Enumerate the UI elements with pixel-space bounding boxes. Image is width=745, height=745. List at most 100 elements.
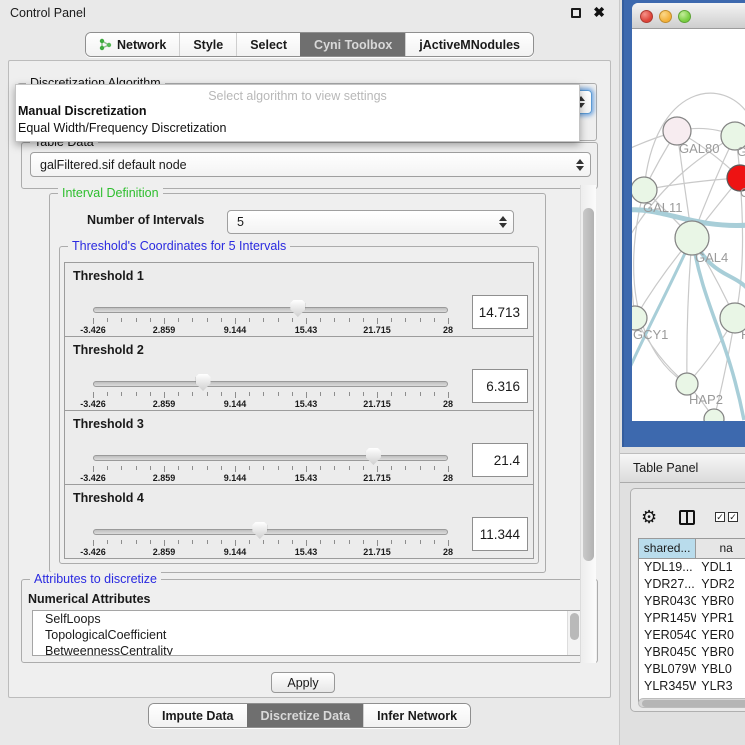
threshold-value[interactable]: 21.4 <box>472 443 528 477</box>
slider-track[interactable] <box>93 455 448 461</box>
tick-label: 9.144 <box>211 399 259 409</box>
table-row[interactable]: YBL079WYBL0 <box>639 661 745 678</box>
tab-select[interactable]: Select <box>236 33 300 56</box>
tick-mark <box>420 392 421 396</box>
tick-mark <box>363 540 364 544</box>
minimize-traffic-light-icon[interactable] <box>659 10 672 23</box>
slider-thumb[interactable] <box>196 374 211 391</box>
tick-mark <box>334 392 335 396</box>
tick-mark <box>207 392 208 396</box>
scrollbar-thumb[interactable] <box>583 208 594 561</box>
tick-mark <box>121 466 122 470</box>
tick-mark <box>377 392 378 398</box>
table-row[interactable]: YBR043CYBR0 <box>639 593 745 610</box>
slider-track[interactable] <box>93 381 448 387</box>
list-vertical-scrollbar[interactable] <box>567 611 581 655</box>
tick-mark <box>434 466 435 470</box>
gear-icon[interactable]: ⚙ <box>641 507 657 528</box>
tick-mark <box>349 392 350 396</box>
tab-cyni-toolbox[interactable]: Cyni Toolbox <box>300 33 405 56</box>
cyni-toolbox-pane: Discretization Algorithm Select algorith… <box>8 60 611 698</box>
close-traffic-light-icon[interactable] <box>640 10 653 23</box>
stepper-icon <box>576 159 584 171</box>
network-edge[interactable] <box>687 238 692 384</box>
threshold-value[interactable]: 14.713 <box>472 295 528 329</box>
checkbox-icon[interactable]: ✓ <box>728 512 738 522</box>
slider-track[interactable] <box>93 307 448 313</box>
threshold-slider[interactable]: -3.4262.8599.14415.4321.71528 <box>65 337 465 412</box>
tick-mark <box>448 318 449 324</box>
network-edge[interactable] <box>632 238 692 374</box>
tab-jactivemnodules[interactable]: jActiveMNodules <box>405 33 533 56</box>
table-row[interactable]: YDR27...YDR2 <box>639 576 745 593</box>
column-header[interactable]: na <box>696 539 745 559</box>
scrollbar-thumb[interactable] <box>570 613 579 640</box>
tab-infer-network[interactable]: Infer Network <box>363 704 470 727</box>
network-edge[interactable] <box>644 178 740 190</box>
tab-network[interactable]: Network <box>86 33 179 56</box>
tick-mark <box>164 392 165 398</box>
dropdown-option-manual[interactable]: Manual Discretization <box>16 103 579 120</box>
table-header-row: shared...na <box>639 539 745 559</box>
column-header[interactable]: shared... <box>639 539 696 559</box>
slider-track[interactable] <box>93 529 448 535</box>
list-item[interactable]: TopologicalCoefficient <box>33 627 581 643</box>
numerical-attributes-list[interactable]: SelfLoopsTopologicalCoefficientBetweenne… <box>32 610 582 656</box>
node-label: GA <box>737 144 745 159</box>
table-row[interactable]: YLR345WYLR3 <box>639 678 745 695</box>
threshold-value[interactable]: 11.344 <box>472 517 528 551</box>
tick-label: 2.859 <box>140 399 188 409</box>
stepper-icon <box>499 216 507 228</box>
tab-style[interactable]: Style <box>179 33 236 56</box>
list-item[interactable]: BetweennessCentrality <box>33 643 581 656</box>
network-node[interactable] <box>704 409 724 421</box>
tick-mark <box>391 392 392 396</box>
table-data-combobox[interactable]: galFiltered.sif default node <box>30 152 591 177</box>
tick-mark <box>434 540 435 544</box>
tab-discretize-data[interactable]: Discretize Data <box>247 704 364 727</box>
list-item[interactable]: SelfLoops <box>33 611 581 627</box>
zoom-traffic-light-icon[interactable] <box>678 10 691 23</box>
table-row[interactable]: YBR045CYBR0 <box>639 644 745 661</box>
checkbox-icon[interactable]: ✓ <box>715 512 725 522</box>
tick-mark <box>278 466 279 470</box>
tick-mark <box>107 318 108 322</box>
threshold-slider[interactable]: -3.4262.8599.14415.4321.71528 <box>65 411 465 486</box>
table-cell: YER054C <box>639 627 696 644</box>
tick-mark <box>263 540 264 544</box>
close-icon[interactable]: ✖ <box>593 4 605 21</box>
number-of-intervals-value: 5 <box>237 215 244 229</box>
scrollbar-thumb[interactable] <box>642 700 745 707</box>
tick-mark <box>93 466 94 472</box>
float-icon[interactable] <box>571 8 581 18</box>
number-of-intervals-combobox[interactable]: 5 <box>227 210 514 234</box>
tick-mark <box>136 318 137 322</box>
slider-thumb[interactable] <box>252 522 267 539</box>
apply-button[interactable]: Apply <box>271 672 335 693</box>
threshold-value[interactable]: 6.316 <box>472 369 528 403</box>
tab-label: Select <box>250 38 287 52</box>
tick-mark <box>221 540 222 544</box>
columns-icon[interactable] <box>679 510 695 525</box>
threshold-slider[interactable]: -3.4262.8599.14415.4321.71528 <box>65 263 465 338</box>
tick-label: -3.426 <box>69 473 117 483</box>
threshold-slider[interactable]: -3.4262.8599.14415.4321.71528 <box>65 485 465 560</box>
tick-mark <box>448 392 449 398</box>
table-row[interactable]: YER054CYER0 <box>639 627 745 644</box>
table-row[interactable]: YPR145WYPR1 <box>639 610 745 627</box>
attributes-group: Attributes to discretize Numerical Attri… <box>21 579 598 663</box>
network-canvas[interactable]: GAL80GACGAL11GAL4GCY1HHAP2 <box>632 29 745 421</box>
table-row[interactable]: YDL19...YDL1 <box>639 559 745 576</box>
node-label: GCY1 <box>633 327 668 342</box>
slider-thumb[interactable] <box>290 300 305 317</box>
dropdown-option-equal-width[interactable]: Equal Width/Frequency Discretization <box>16 120 579 137</box>
pane-vertical-scrollbar[interactable] <box>580 185 596 663</box>
table-panel-titlebar: Table Panel <box>620 453 745 483</box>
tick-mark <box>178 318 179 322</box>
tick-mark <box>178 540 179 544</box>
panel-title: Control Panel <box>10 6 86 20</box>
tab-impute-data[interactable]: Impute Data <box>149 704 247 727</box>
slider-thumb[interactable] <box>366 448 381 465</box>
table-horizontal-scrollbar[interactable] <box>638 698 745 708</box>
node-label: GAL11 <box>643 200 683 215</box>
